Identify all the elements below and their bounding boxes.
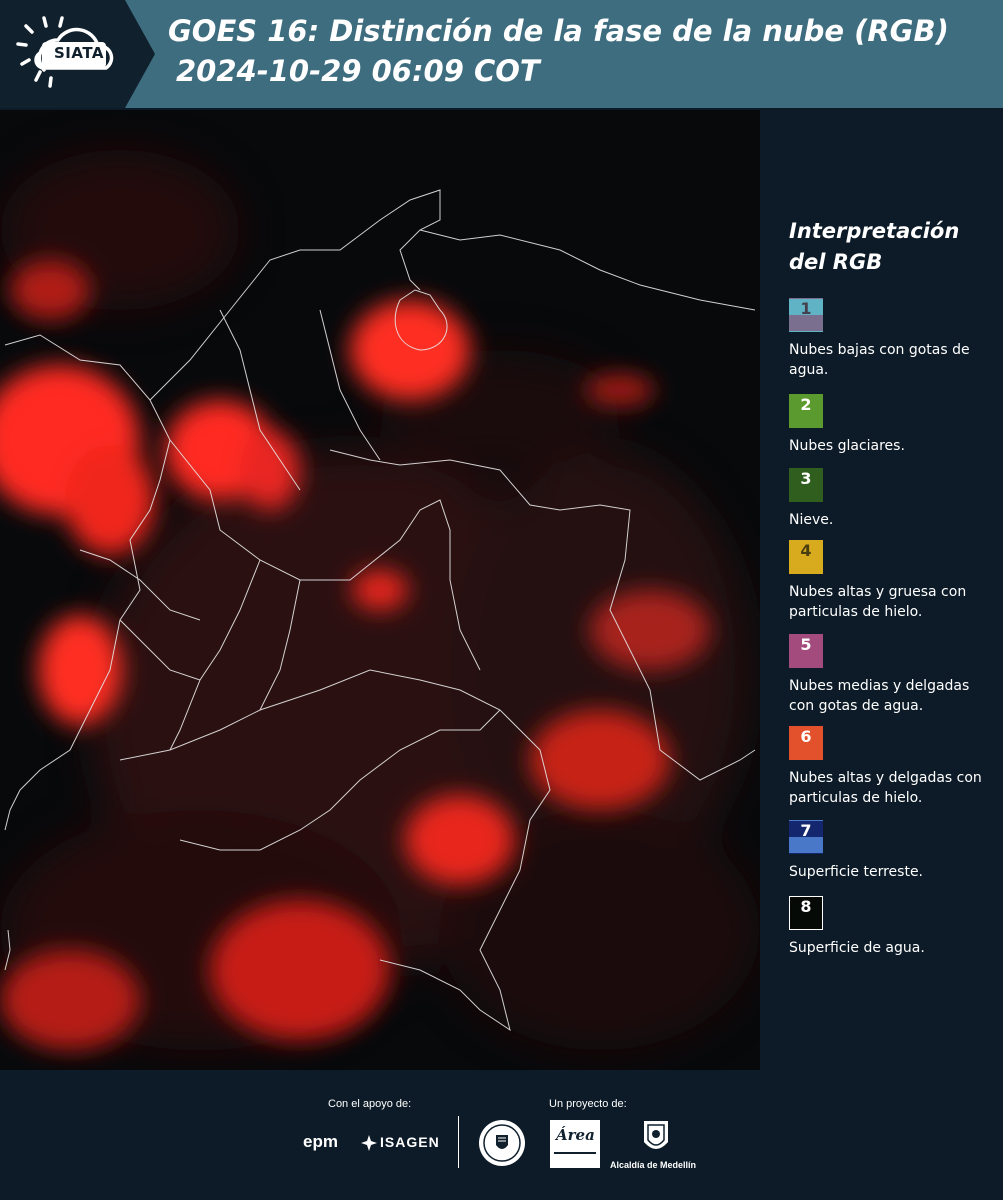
legend-item-2: 2 Nubes glaciares.: [789, 394, 994, 456]
legend-panel: Interpretación del RGB 1 Nubes bajas con…: [761, 110, 1003, 1070]
legend-label-6: Nubes altas y delgadas con particulas de…: [789, 770, 982, 806]
legend-item-8: 8 Superficie de agua.: [789, 896, 994, 958]
legend-swatch-7: 7: [789, 820, 823, 854]
area-metropolitana-logo: Área: [550, 1120, 600, 1168]
legend-title-line1: Interpretación: [789, 219, 960, 243]
legend-number-3: 3: [800, 469, 812, 488]
alcaldia-label: Alcaldía de Medellín: [610, 1160, 697, 1170]
legend-item-1: 1 Nubes bajas con gotas de agua.: [789, 298, 994, 380]
legend-label-7: Superficie terreste.: [789, 864, 924, 880]
legend-number-8: 8: [800, 897, 812, 916]
legend-number-1: 1: [800, 299, 812, 318]
page-title: GOES 16: Distinción de la fase de la nub…: [168, 14, 949, 48]
legend-label-4: Nubes altas y gruesa con particulas de h…: [789, 584, 967, 620]
project-label: Un proyecto de:: [549, 1098, 627, 1110]
legend-title: Interpretación del RGB: [789, 216, 959, 278]
legend-title-line2: del RGB: [789, 250, 883, 274]
legend-swatch-5: 5: [789, 634, 823, 668]
legend-number-2: 2: [800, 395, 812, 414]
siata-logo: SIATA: [0, 0, 155, 108]
legend-item-3: 3 Nieve.: [789, 468, 994, 530]
legend-item-5: 5 Nubes medias y delgadas con gotas de a…: [789, 634, 994, 716]
page-timestamp: 2024-10-29 06:09 COT: [176, 54, 540, 88]
satellite-map[interactable]: [0, 110, 760, 1070]
legend-swatch-3: 3: [789, 468, 823, 502]
legend-number-7: 7: [800, 821, 812, 840]
legend-swatch-1: 1: [789, 298, 823, 332]
epm-logo-text: epm: [303, 1132, 338, 1151]
header: SIATA GOES 16: Distinción de la fase de …: [0, 0, 1003, 108]
legend-label-3: Nieve.: [789, 512, 834, 528]
legend-item-4: 4 Nubes altas y gruesa con particulas de…: [789, 540, 994, 622]
seal-icon: [479, 1120, 525, 1166]
legend-item-6: 6 Nubes altas y delgadas con particulas …: [789, 726, 994, 808]
legend-label-8: Superficie de agua.: [789, 940, 925, 956]
legend-label-1: Nubes bajas con gotas de agua.: [789, 342, 970, 378]
area-logo-text: Área: [556, 1126, 595, 1144]
isagen-icon: [361, 1135, 377, 1151]
legend-swatch-6: 6: [789, 726, 823, 760]
legend-number-6: 6: [800, 727, 812, 746]
legend-swatch-2: 2: [789, 394, 823, 428]
isagen-logo: ISAGEN: [380, 1134, 440, 1150]
legend-swatch-8: 8: [789, 896, 823, 930]
alcaldia-shield-icon: [644, 1121, 668, 1149]
footer: Con el apoyo de: Un proyecto de: epm ISA…: [0, 1070, 1003, 1200]
support-label: Con el apoyo de:: [328, 1098, 412, 1110]
satellite-image: [0, 110, 760, 1070]
epm-logo: epm: [303, 1132, 338, 1152]
legend-label-2: Nubes glaciares.: [789, 438, 905, 454]
legend-number-5: 5: [800, 635, 812, 654]
legend-item-7: 7 Superficie terreste.: [789, 820, 994, 882]
legend-number-4: 4: [800, 541, 812, 560]
legend-label-5: Nubes medias y delgadas con gotas de agu…: [789, 678, 970, 714]
legend-swatch-4: 4: [789, 540, 823, 574]
footer-divider: [458, 1116, 459, 1168]
logo-text: SIATA: [54, 44, 105, 62]
